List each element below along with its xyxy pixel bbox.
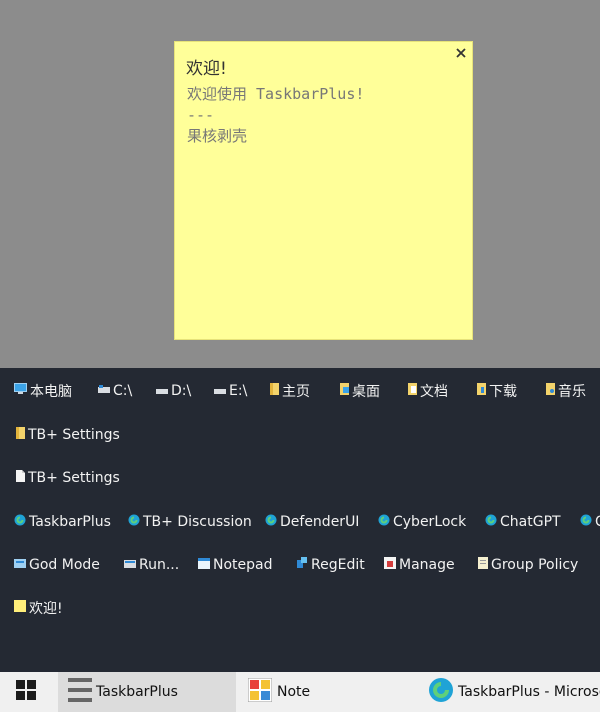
- taskbar-item-label: TaskbarPlus: [96, 684, 178, 700]
- taskbar-item-taskbarplus[interactable]: TaskbarPlus: [58, 672, 236, 712]
- edge-icon: [485, 514, 497, 530]
- note-body[interactable]: 欢迎使用 TaskbarPlus! --- 果核剥壳: [187, 84, 364, 147]
- launcher-panel: 本电脑 C:\ D:\ E:\ 主页 桌面 文档 下载 音乐 TB+ Setti…: [0, 368, 600, 672]
- taskbar-item-label: TaskbarPlus - Microsoft Edge: [458, 684, 600, 700]
- note-app-icon: [247, 677, 273, 706]
- item-notepad[interactable]: Notepad: [198, 550, 273, 580]
- edge-icon: [128, 514, 140, 530]
- computer-icon: [14, 383, 27, 399]
- note-title: 欢迎!: [186, 59, 227, 79]
- item-group-policy[interactable]: Group Policy: [478, 550, 578, 580]
- item-downloads[interactable]: 下载: [477, 376, 517, 406]
- item-link-defenderui[interactable]: DefenderUI: [265, 507, 359, 537]
- item-drive-d[interactable]: D:\: [156, 376, 191, 406]
- item-link-chatgpt[interactable]: ChatGPT: [485, 507, 561, 537]
- sticky-note-window[interactable]: 欢迎! 欢迎使用 TaskbarPlus! --- 果核剥壳: [174, 41, 473, 340]
- taskbar: TaskbarPlus Note TaskbarPlus - Microsoft…: [0, 672, 600, 712]
- item-home[interactable]: 主页: [270, 376, 310, 406]
- edge-icon: [428, 677, 454, 707]
- item-manage[interactable]: Manage: [384, 550, 455, 580]
- note-line: ---: [187, 106, 215, 124]
- drive-icon: [156, 383, 168, 399]
- run-icon: [124, 557, 136, 573]
- edge-icon: [378, 514, 390, 530]
- taskbar-item-label: Note: [277, 684, 311, 700]
- control-panel-icon: [14, 557, 26, 573]
- edge-icon: [14, 514, 26, 530]
- taskbarplus-icon: [68, 677, 92, 707]
- item-drive-c[interactable]: C:\: [98, 376, 132, 406]
- taskbar-item-note[interactable]: Note: [236, 672, 416, 712]
- item-god-mode[interactable]: God Mode: [14, 550, 100, 580]
- folder-icon: [270, 383, 279, 399]
- regedit-icon: [296, 557, 308, 573]
- item-link-taskbarplus[interactable]: TaskbarPlus: [14, 507, 111, 537]
- item-music[interactable]: 音乐: [546, 376, 586, 406]
- note-line: 果核剥壳: [187, 127, 248, 145]
- item-link-tb-discussion[interactable]: TB+ Discussion: [128, 507, 252, 537]
- folder-icon: [408, 383, 417, 399]
- item-link-cyberlock[interactable]: CyberLock: [378, 507, 466, 537]
- item-this-pc[interactable]: 本电脑: [14, 376, 72, 406]
- sticky-note-icon: [14, 600, 26, 616]
- folder-icon: [477, 383, 486, 399]
- taskbar-item-edge[interactable]: TaskbarPlus - Microsoft Edge: [416, 672, 600, 712]
- drive-icon: [98, 383, 110, 399]
- folder-icon: [16, 427, 25, 443]
- edge-icon: [265, 514, 277, 530]
- drive-icon: [214, 383, 226, 399]
- item-regedit[interactable]: RegEdit: [296, 550, 365, 580]
- item-sticky-note[interactable]: 欢迎!: [14, 593, 63, 623]
- file-icon: [16, 470, 25, 486]
- edge-icon: [580, 514, 592, 530]
- windows-start-icon: [16, 680, 36, 704]
- start-button[interactable]: [0, 672, 52, 712]
- item-run[interactable]: Run...: [124, 550, 179, 580]
- item-tb-settings-file[interactable]: TB+ Settings: [16, 463, 120, 493]
- manage-icon: [384, 557, 396, 573]
- item-link-c[interactable]: C: [580, 507, 600, 537]
- item-desktop[interactable]: 桌面: [340, 376, 380, 406]
- note-line: 欢迎使用 TaskbarPlus!: [187, 85, 365, 103]
- policy-icon: [478, 557, 488, 573]
- item-drive-e[interactable]: E:\: [214, 376, 247, 406]
- folder-icon: [340, 383, 349, 399]
- folder-icon: [546, 383, 555, 399]
- item-documents[interactable]: 文档: [408, 376, 448, 406]
- item-tb-settings-folder[interactable]: TB+ Settings: [16, 420, 120, 450]
- notepad-icon: [198, 557, 210, 573]
- close-icon[interactable]: [454, 46, 468, 60]
